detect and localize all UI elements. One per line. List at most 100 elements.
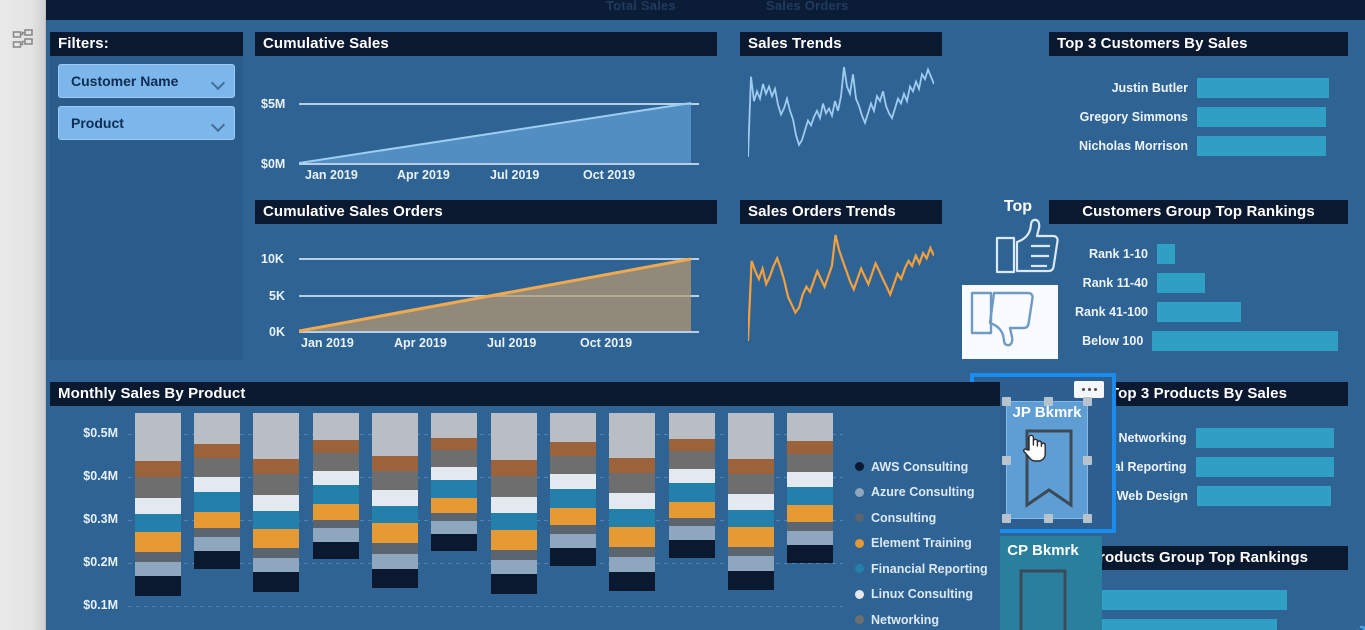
bar[interactable] — [1152, 331, 1338, 351]
bar-segment[interactable] — [787, 441, 834, 455]
table-row[interactable] — [728, 413, 774, 630]
bar-segment[interactable] — [490, 550, 537, 560]
bar-segment[interactable] — [550, 508, 596, 526]
bar-segment[interactable] — [550, 547, 596, 567]
bar-segment[interactable] — [194, 413, 240, 444]
bar-segment[interactable] — [134, 461, 181, 477]
bar-segment[interactable] — [787, 505, 834, 522]
bookmark-cp-tile[interactable]: CP Bkmrk — [984, 536, 1102, 630]
bar-row[interactable]: Nicholas Morrison — [1049, 135, 1334, 157]
bar-segment[interactable] — [372, 413, 418, 456]
table-row[interactable] — [372, 413, 418, 630]
bar-row[interactable]: Below 100 — [1049, 330, 1338, 352]
table-row[interactable] — [134, 413, 181, 630]
bar-segment[interactable] — [134, 476, 181, 499]
bar-segment[interactable] — [609, 571, 656, 592]
bar[interactable] — [1195, 457, 1334, 477]
bar-row[interactable]: Rank 1-10 — [1049, 243, 1338, 265]
bar-segment[interactable] — [253, 511, 300, 530]
resize-handle[interactable] — [1083, 456, 1092, 465]
bar-segment[interactable] — [668, 451, 715, 469]
bar-segment[interactable] — [312, 541, 359, 560]
bar[interactable] — [1097, 590, 1287, 610]
bar-segment[interactable] — [431, 449, 478, 468]
bar-segment[interactable] — [728, 546, 774, 557]
bar-segment[interactable] — [194, 476, 240, 493]
bar-segment[interactable] — [609, 546, 656, 557]
bar-segment[interactable] — [609, 508, 656, 528]
bar-segment[interactable] — [134, 561, 181, 577]
table-row[interactable] — [668, 413, 715, 630]
resize-handle[interactable] — [1002, 456, 1011, 465]
bar-segment[interactable] — [372, 505, 418, 524]
bar-segment[interactable] — [312, 519, 359, 529]
bar-segment[interactable] — [253, 572, 300, 592]
bar-segment[interactable] — [787, 486, 834, 506]
bar-segment[interactable] — [550, 413, 596, 443]
customers-group-rankings-card[interactable]: Customers Group Top Rankings Rank 1-10 Ra… — [1049, 200, 1348, 358]
sales-orders-trends-card[interactable]: Sales Orders Trends — [740, 200, 942, 355]
bar-segment[interactable] — [372, 470, 418, 491]
bar[interactable] — [1195, 428, 1334, 448]
bar-segment[interactable] — [490, 529, 537, 551]
slicer-product[interactable]: Product — [58, 106, 235, 140]
bar-segment[interactable] — [490, 513, 537, 530]
bar-segment[interactable] — [194, 443, 240, 458]
bar-segment[interactable] — [134, 498, 181, 515]
bar-segment[interactable] — [194, 528, 240, 538]
bar-segment[interactable] — [490, 460, 537, 476]
bar-segment[interactable] — [609, 457, 656, 473]
table-row[interactable] — [312, 413, 359, 630]
bar-segment[interactable] — [134, 552, 181, 562]
bar-segment[interactable] — [668, 501, 715, 518]
bar[interactable] — [1197, 136, 1327, 156]
legend-item[interactable]: Linux Consulting — [855, 582, 1000, 608]
bar-segment[interactable] — [194, 511, 240, 529]
bar-segment[interactable] — [134, 413, 181, 462]
bar-segment[interactable] — [728, 494, 774, 510]
bar-segment[interactable] — [668, 413, 715, 439]
dna-helix-icon[interactable] — [1348, 610, 1365, 630]
bar-segment[interactable] — [787, 521, 834, 531]
bar-segment[interactable] — [431, 437, 478, 450]
bar-segment[interactable] — [194, 550, 240, 569]
legend-item[interactable]: Azure Consulting — [855, 480, 1000, 506]
legend-item[interactable]: Financial Reporting — [855, 556, 1000, 582]
bar-segment[interactable] — [668, 526, 715, 540]
bar-segment[interactable] — [312, 470, 359, 486]
bar-segment[interactable] — [550, 525, 596, 535]
bar-row[interactable]: Gregory Simmons — [1049, 106, 1334, 128]
legend-item[interactable]: AWS Consulting — [855, 454, 1000, 480]
bar-segment[interactable] — [431, 512, 478, 521]
bar-segment[interactable] — [134, 514, 181, 532]
bar-segment[interactable] — [194, 537, 240, 551]
bar-segment[interactable] — [372, 568, 418, 588]
bar-segment[interactable] — [490, 559, 537, 575]
bar-segment[interactable] — [609, 492, 656, 509]
bar-segment[interactable] — [372, 523, 418, 544]
model-hierarchy-icon[interactable] — [12, 28, 36, 52]
top-customers-card[interactable]: Top 3 Customers By Sales Justin Butler Gr… — [1049, 32, 1348, 179]
bar-segment[interactable] — [668, 468, 715, 484]
bar-segment[interactable] — [431, 413, 478, 438]
table-row[interactable] — [490, 413, 537, 630]
bar-segment[interactable] — [550, 474, 596, 490]
bar-segment[interactable] — [253, 547, 300, 558]
legend-item[interactable]: Consulting — [855, 505, 1000, 531]
legend-item[interactable]: Networking — [855, 607, 1000, 630]
table-row[interactable] — [787, 413, 834, 630]
bar-segment[interactable] — [253, 474, 300, 496]
thumbs-down-icon[interactable] — [962, 285, 1058, 359]
bar-segment[interactable] — [609, 527, 656, 547]
bar-segment[interactable] — [609, 413, 656, 458]
bar-segment[interactable] — [372, 490, 418, 506]
table-row[interactable] — [253, 413, 300, 630]
slicer-customer-name[interactable]: Customer Name — [58, 64, 235, 98]
bar-segment[interactable] — [668, 438, 715, 452]
bar-segment[interactable] — [194, 457, 240, 477]
more-options-icon[interactable] — [1074, 381, 1104, 398]
resize-handle[interactable] — [1083, 397, 1092, 406]
cumulative-sales-card[interactable]: Cumulative Sales $5M $0M Jan 2019 Apr 20… — [255, 32, 717, 184]
legend-item[interactable]: Element Training — [855, 531, 1000, 557]
bar-segment[interactable] — [490, 496, 537, 514]
